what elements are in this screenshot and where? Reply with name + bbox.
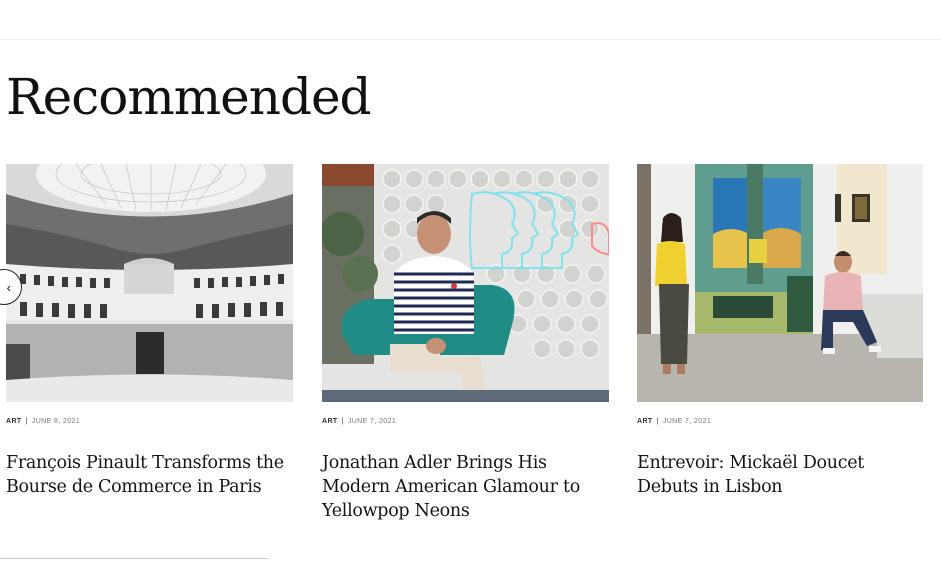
article-date: JUNE 7, 2021 bbox=[662, 418, 712, 425]
article-image[interactable] bbox=[6, 164, 293, 402]
article-meta: ART | JUNE 7, 2021 bbox=[322, 418, 609, 425]
article-card[interactable]: ART | JUNE 8, 2021 François Pinault Tran… bbox=[6, 164, 293, 499]
article-meta: ART | JUNE 7, 2021 bbox=[637, 418, 923, 425]
article-title[interactable]: François Pinault Transforms the Bourse d… bbox=[6, 451, 293, 499]
section-title: Recommended bbox=[6, 68, 372, 126]
article-card[interactable]: ART | JUNE 7, 2021 Entrevoir: Mickaël Do… bbox=[637, 164, 923, 499]
article-category[interactable]: ART bbox=[637, 418, 653, 425]
top-navigation-bar bbox=[0, 0, 941, 40]
article-title[interactable]: Entrevoir: Mickaël Doucet Debuts in Lisb… bbox=[637, 451, 923, 499]
meta-separator: | bbox=[341, 418, 344, 425]
article-card[interactable]: ART | JUNE 7, 2021 Jonathan Adler Brings… bbox=[322, 164, 609, 523]
meta-separator: | bbox=[25, 418, 28, 425]
article-image[interactable] bbox=[637, 164, 923, 402]
article-meta: ART | JUNE 8, 2021 bbox=[6, 418, 293, 425]
article-category[interactable]: ART bbox=[322, 418, 338, 425]
article-category[interactable]: ART bbox=[6, 418, 22, 425]
bottom-divider bbox=[0, 558, 269, 559]
article-image[interactable] bbox=[322, 164, 609, 402]
article-date: JUNE 7, 2021 bbox=[347, 418, 397, 425]
article-date: JUNE 8, 2021 bbox=[31, 418, 81, 425]
article-title[interactable]: Jonathan Adler Brings His Modern America… bbox=[322, 451, 609, 523]
meta-separator: | bbox=[656, 418, 659, 425]
chevron-left-icon: ‹ bbox=[6, 279, 11, 295]
